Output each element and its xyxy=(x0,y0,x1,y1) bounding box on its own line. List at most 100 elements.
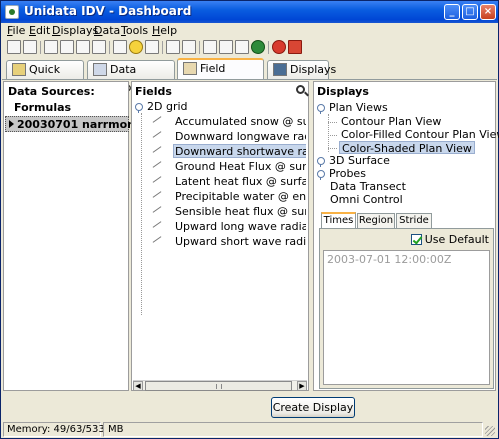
display-color-shaded-plan-view[interactable]: Color-Shaded Plan View xyxy=(339,141,475,155)
window-title: Unidata IDV - Dashboard xyxy=(24,4,192,18)
menu-help[interactable]: Help xyxy=(152,24,177,37)
tree-node-probes[interactable]: Probes xyxy=(317,167,366,180)
menu-tools[interactable]: Tools xyxy=(121,24,148,37)
displays-panel: Displays Plan Views Contour Plan View Co… xyxy=(313,81,499,391)
toolbar-separator xyxy=(40,41,41,54)
field-selector-panel: Data Sources: Formulas 20030701 narrmonh… xyxy=(3,81,499,393)
dashboard-icon[interactable] xyxy=(113,40,127,54)
quick-links-icon xyxy=(12,63,26,76)
toolbar xyxy=(2,39,497,57)
check-icon[interactable] xyxy=(203,40,217,54)
display-data-transect[interactable]: Data Transect xyxy=(330,180,406,193)
search-icon[interactable] xyxy=(296,85,305,94)
selected-arrow-icon xyxy=(9,120,14,128)
scroll-thumb[interactable] xyxy=(145,381,292,391)
menu-displays[interactable]: Displays xyxy=(52,24,98,37)
field-label: Upward short wave radiation flux @ xyxy=(175,235,306,248)
field-label: Ground Heat Flux @ surface xyxy=(175,160,306,173)
time-list-item[interactable]: 2003-07-01 12:00:00Z xyxy=(327,253,451,266)
chart-icon[interactable] xyxy=(219,40,233,54)
display-contour-plan-view[interactable]: Contour Plan View xyxy=(341,115,441,128)
lightbulb-icon[interactable] xyxy=(129,40,143,54)
fields-header: Fields xyxy=(135,85,172,98)
memory-status: Memory: 49/63/533 MB xyxy=(3,422,123,437)
image-capture-icon[interactable] xyxy=(92,40,106,54)
fields-panel: Fields 2D grid Accumulated snow @ surfac… xyxy=(131,81,309,391)
field-label: Upward long wave radiation flux @ xyxy=(175,220,306,233)
close-button[interactable]: × xyxy=(480,4,496,20)
tree-guide-line xyxy=(328,148,337,149)
data-chooser-icon xyxy=(93,63,107,76)
save-as-icon[interactable] xyxy=(76,40,90,54)
open-bundle-icon[interactable] xyxy=(23,40,37,54)
eraser-icon[interactable] xyxy=(166,40,180,54)
collapsed-node-icon[interactable] xyxy=(317,170,325,180)
collapsed-node-icon[interactable] xyxy=(317,157,325,167)
menu-edit[interactable]: Edit xyxy=(29,24,50,37)
toolbar-separator xyxy=(162,41,163,54)
minimize-button[interactable]: _ xyxy=(444,4,460,20)
expand-node-icon[interactable] xyxy=(317,104,325,114)
tree-group-2d-grid[interactable]: 2D grid xyxy=(135,100,188,113)
use-default-label: Use Default xyxy=(424,233,489,246)
tab-displays[interactable]: Displays xyxy=(267,60,336,80)
field-label: Precipitable water @ entire_atmos xyxy=(175,190,306,203)
home-icon[interactable] xyxy=(7,40,21,54)
tree-node-plan-views[interactable]: Plan Views xyxy=(317,101,388,114)
tab-times[interactable]: Times xyxy=(321,212,356,228)
field-icon xyxy=(152,161,162,168)
tree-guide-line xyxy=(328,135,337,136)
scroll-left-icon[interactable]: ◀ xyxy=(133,381,143,391)
formulas-item[interactable]: Formulas xyxy=(14,101,71,114)
scissors-icon[interactable] xyxy=(182,40,196,54)
node-label: Probes xyxy=(329,167,366,180)
tree-node-3d-surface[interactable]: 3D Surface xyxy=(317,154,390,167)
fields-horizontal-scrollbar[interactable]: ◀ ▶ xyxy=(133,380,307,391)
scroll-right-icon[interactable]: ▶ xyxy=(297,381,307,391)
data-source-icon[interactable] xyxy=(145,40,159,54)
data-source-item-selected[interactable]: 20030701 narrmonhr-b_22 xyxy=(5,116,182,132)
menu-file[interactable]: File xyxy=(7,24,25,37)
title-bar[interactable]: Unidata IDV - Dashboard _ □ × xyxy=(1,1,498,23)
save-icon[interactable] xyxy=(60,40,74,54)
status-message xyxy=(103,422,483,437)
use-default-checkbox[interactable]: Use Default xyxy=(410,233,489,246)
field-icon xyxy=(152,191,162,198)
display-settings-tabs: Times Region Stride Use Default 2003-07-… xyxy=(319,212,494,389)
display-color-filled-contour[interactable]: Color-Filled Contour Plan View xyxy=(341,128,499,141)
tab-stride[interactable]: Stride xyxy=(396,213,432,228)
globe-icon[interactable] xyxy=(251,40,265,54)
field-label: Downward longwave radiation flux xyxy=(175,130,306,143)
tab-field-selector[interactable]: Field Selector xyxy=(177,58,264,93)
group-label: 2D grid xyxy=(147,100,188,113)
field-label: Latent heat flux @ surface xyxy=(175,175,306,188)
field-label: Sensible heat flux @ surface xyxy=(175,205,306,218)
menu-data[interactable]: Data xyxy=(94,24,120,37)
open-folder-icon[interactable] xyxy=(44,40,58,54)
field-icon xyxy=(152,146,162,153)
stop-icon[interactable] xyxy=(272,40,286,54)
field-icon xyxy=(152,116,162,123)
transect-icon[interactable] xyxy=(235,40,249,54)
expand-node-icon[interactable] xyxy=(135,103,143,113)
tab-data-chooser[interactable]: Data Chooser xyxy=(87,60,175,94)
resize-grip-icon[interactable] xyxy=(485,426,495,436)
create-display-button[interactable]: Create Display xyxy=(271,397,355,418)
tab-quick-links[interactable]: Quick Links xyxy=(6,60,84,94)
field-icon xyxy=(152,206,162,213)
checkbox-checked-icon[interactable] xyxy=(410,234,422,245)
times-list[interactable]: 2003-07-01 12:00:00Z xyxy=(323,250,490,385)
tab-region[interactable]: Region xyxy=(357,213,395,228)
field-label: Accumulated snow @ surface xyxy=(175,115,306,128)
tree-guide-line xyxy=(141,113,142,315)
node-label: Plan Views xyxy=(329,101,388,114)
node-label: 3D Surface xyxy=(329,154,390,167)
data-sources-header: Data Sources: xyxy=(8,85,95,98)
displays-header: Displays xyxy=(317,85,369,98)
menu-bar: File Edit Displays Data Tools Help xyxy=(2,23,497,39)
display-omni-control[interactable]: Omni Control xyxy=(330,193,403,206)
maximize-button[interactable]: □ xyxy=(462,4,478,20)
remove-all-icon[interactable] xyxy=(288,40,302,54)
displays-tree: Plan Views Contour Plan View Color-Fille… xyxy=(317,101,499,206)
app-icon xyxy=(5,5,19,19)
